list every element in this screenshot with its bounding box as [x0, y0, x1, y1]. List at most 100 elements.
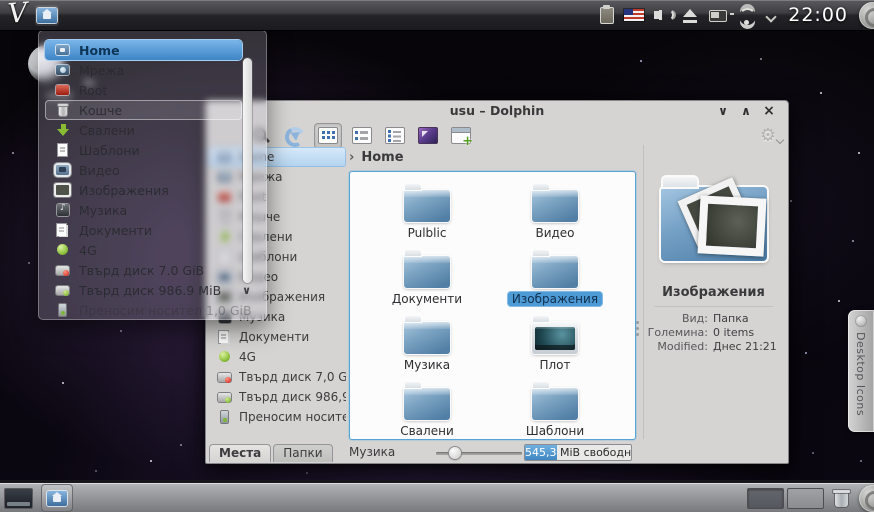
toolbar-button[interactable]: [349, 124, 375, 148]
popup-place-label: Кошче: [79, 103, 122, 118]
preview-icon: [418, 127, 438, 144]
places-popup-item[interactable]: Твърд диск 7.0 GiB: [45, 260, 242, 280]
toolbar-button[interactable]: [448, 124, 474, 148]
folder-icon: [404, 256, 450, 288]
panel-splitter-handle[interactable]: [636, 321, 639, 324]
toolbar-button[interactable]: [314, 123, 342, 149]
virtual-desktop-1-button[interactable]: [747, 488, 784, 509]
panel-tabs: МестаПапки: [209, 444, 333, 462]
clipboard-icon[interactable]: [596, 4, 617, 26]
folder-label: Видео: [531, 226, 578, 240]
places-popup-item[interactable]: Музика: [45, 200, 242, 220]
info-row-value: Папка: [713, 312, 749, 326]
free-space-fill: 545,3 MiB свободни: [525, 445, 557, 460]
sidebar-place-item[interactable]: 4G: [208, 347, 346, 367]
info-rows: Вид: Папка Големина: 0 items Modified: Д…: [644, 312, 783, 354]
images-folder-preview-icon: [661, 187, 767, 261]
tray-expander-chevron-icon[interactable]: [765, 4, 777, 26]
window-title: usu – Dolphin: [450, 103, 544, 118]
virtual-desktop-pager: [747, 488, 824, 509]
popup-scrollbar[interactable]: [243, 58, 252, 283]
clock[interactable]: 22:00: [788, 4, 848, 26]
breadcrumb-arrow-icon: ›: [349, 150, 354, 165]
disk-green-place-icon: [217, 390, 233, 404]
maximize-button[interactable]: ∧: [737, 103, 755, 119]
eject-icon[interactable]: [680, 4, 701, 26]
folder-item[interactable]: Видео: [491, 177, 619, 243]
zoom-slider-handle[interactable]: [449, 447, 461, 459]
keyboard-layout-us-flag-icon[interactable]: [624, 4, 645, 26]
folder-icon: [532, 190, 578, 222]
volume-icon[interactable]: [652, 4, 673, 26]
show-desktop-icon[interactable]: [4, 488, 33, 509]
places-popup-item[interactable]: Видео: [45, 160, 242, 180]
info-row: Големина: 0 items: [644, 326, 783, 340]
close-button[interactable]: ×: [760, 103, 778, 119]
root-place-icon: [55, 83, 71, 97]
minimize-button[interactable]: ∨: [714, 103, 732, 119]
panel-tab[interactable]: Папки: [273, 444, 332, 462]
popup-place-label: Изображения: [79, 183, 169, 198]
folder-icon: [532, 256, 578, 288]
sidebar-place-item[interactable]: Документи: [208, 327, 346, 347]
places-popup-item[interactable]: Кошче: [45, 100, 242, 120]
removable-place-icon: [217, 410, 233, 424]
info-row: Вид: Папка: [644, 312, 783, 326]
folder-item[interactable]: Музика: [363, 309, 491, 375]
places-popup-item[interactable]: Root: [45, 80, 242, 100]
details-view-icon: [385, 127, 405, 144]
info-row: Modified: Днес 21:21: [644, 340, 783, 354]
places-popup-item[interactable]: Свалени: [45, 120, 242, 140]
file-manager-launcher[interactable]: [35, 5, 59, 26]
folder-item[interactable]: Свалени: [363, 375, 491, 441]
top-panel: V 22:00: [0, 0, 874, 31]
toolbar-button[interactable]: [415, 124, 441, 148]
folder-icon: [532, 388, 578, 420]
virtual-desktop-2-button[interactable]: [787, 488, 824, 509]
folder-item[interactable]: Изображения: [491, 243, 619, 309]
sidebar-place-item[interactable]: Преносим носител ...: [208, 407, 346, 427]
places-popup-item[interactable]: Home: [45, 40, 242, 60]
battery-icon[interactable]: [708, 4, 729, 26]
toolbar-button[interactable]: [281, 124, 307, 148]
toolbar-button[interactable]: [382, 124, 408, 148]
folder-grid: Pulblic Видео Документи Изображения Музи…: [363, 177, 619, 441]
sidebar-place-item[interactable]: Твърд диск 7,0 GiB: [208, 367, 346, 387]
status-item-label: Музика: [349, 445, 395, 459]
settings-gear-icon[interactable]: ⚙: [760, 125, 776, 146]
breadcrumb-location[interactable]: Home: [361, 150, 403, 165]
info-row-label: Вид:: [644, 312, 708, 326]
places-popup-item[interactable]: Документи: [45, 220, 242, 240]
distro-logo-icon[interactable]: V: [7, 0, 29, 30]
network-place-icon: [55, 63, 71, 77]
desktop-root: In USU usu – Dolphin ∨ ∧ ×: [0, 0, 874, 512]
desktop-icons-handle[interactable]: Desktop Icons: [848, 310, 874, 432]
folder-item[interactable]: Документи: [363, 243, 491, 309]
sidebar-place-label: Твърд диск 7,0 GiB: [239, 370, 346, 384]
places-popup-item[interactable]: Мрежа: [45, 60, 242, 80]
info-row-value: 0 items: [713, 326, 754, 340]
zoom-slider[interactable]: [436, 452, 522, 455]
sidebar-place-label: Документи: [239, 330, 309, 344]
places-popup-item[interactable]: Преносим носител 1,0 GiB: [45, 300, 242, 320]
folder-item[interactable]: Pulblic: [363, 177, 491, 243]
settings-chevron-icon: [776, 136, 784, 144]
taskbar-left: [4, 485, 73, 511]
status-bar: МестаПапки Музика 545,3 MiB свободни 545…: [206, 441, 788, 463]
sidebar-place-item[interactable]: Твърд диск 986,9 ...: [208, 387, 346, 407]
scroll-down-chevron-icon[interactable]: ∨: [242, 284, 251, 297]
plasma-toolbox-icon[interactable]: [859, 485, 874, 512]
trash-icon[interactable]: [834, 489, 849, 507]
window-titlebar[interactable]: usu – Dolphin: [206, 101, 788, 121]
places-popup-item[interactable]: Изображения: [45, 180, 242, 200]
popup-place-label: Свалени: [79, 123, 135, 138]
places-popup-item[interactable]: 4G: [45, 240, 242, 260]
places-popup-item[interactable]: Твърд диск 986.9 MiB: [45, 280, 242, 300]
panel-tab[interactable]: Места: [209, 444, 271, 462]
places-popup-item[interactable]: Шаблони: [45, 140, 242, 160]
folder-item[interactable]: Плот: [491, 309, 619, 375]
file-manager-task-button[interactable]: [41, 484, 73, 512]
folder-item[interactable]: Шаблони: [491, 375, 619, 441]
wifi-icon[interactable]: [736, 4, 758, 26]
breadcrumb[interactable]: › Home: [349, 150, 404, 165]
